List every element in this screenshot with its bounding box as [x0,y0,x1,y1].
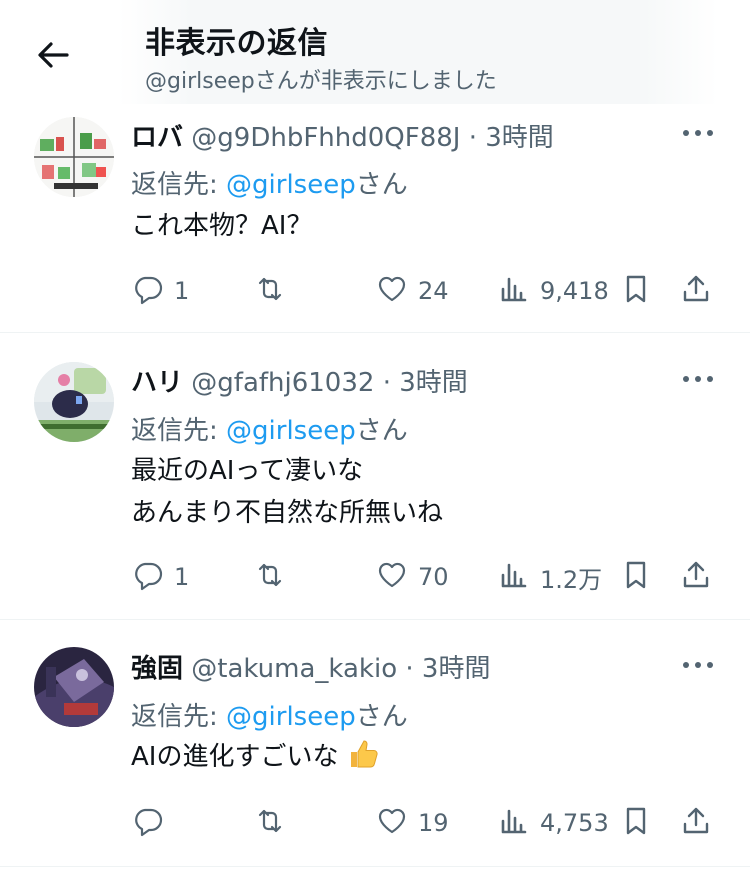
reply-to-label: 返信先: [131,170,227,200]
reply-button[interactable]: 1 [132,557,189,597]
repost-button[interactable] [254,803,296,843]
reply-count: 1 [174,277,190,305]
avatar[interactable] [34,647,114,727]
back-arrow-icon[interactable] [33,35,73,75]
bookmark-icon [620,805,652,841]
share-icon [680,273,712,309]
reply-to: 返信先: @girlseepさん [131,696,408,733]
header: 非表示の返信 @girlseepさんが非表示にしました [0,0,750,104]
handle[interactable]: @takuma_kakio [191,654,397,684]
action-bar: 1 24 9,418 [0,271,750,311]
reply-icon [132,273,164,309]
more-icon[interactable] [676,650,720,680]
reply-header: 強固 @takuma_kakio · 3時間 [131,648,490,685]
handle[interactable]: @g9DhbFhhd0QF88J [191,123,460,153]
repost-button[interactable] [254,271,296,311]
reply-to-suffix: さん [355,416,408,446]
display-name[interactable]: ハリ [131,368,183,398]
bookmark-button[interactable] [620,557,652,597]
divider [0,332,750,333]
views-icon [498,805,530,841]
reply-text: AIの進化すごいな [131,736,381,784]
separator: · [405,654,414,684]
views-button[interactable]: 9,418 [498,271,609,311]
avatar[interactable] [34,117,114,197]
reply-to-suffix: さん [355,170,408,200]
views-button[interactable]: 1.2万 [498,557,602,597]
like-button[interactable]: 19 [376,803,449,843]
bookmark-icon [620,559,652,595]
action-bar: 1 70 1.2万 [0,557,750,597]
views-icon [498,559,530,595]
page-title: 非表示の返信 [145,26,328,61]
repost-icon [254,559,286,595]
separator: · [468,123,477,153]
repost-icon [254,805,286,841]
reply-text-line: これ本物？AI？ [131,211,313,241]
reply-text: 最近のAIって凄いな あんまり不自然な所無いね [131,450,443,534]
reply-to-mention[interactable]: @girlseep [226,416,356,446]
more-icon[interactable] [676,364,720,394]
share-button[interactable] [680,803,712,843]
reply-header: ロバ @g9DhbFhhd0QF88J · 3時間 [131,117,554,154]
like-count: 70 [418,563,449,591]
reply-button[interactable]: 1 [132,271,189,311]
action-bar: 19 4,753 [0,803,750,843]
reply-to: 返信先: @girlseepさん [131,164,408,201]
share-icon [680,805,712,841]
reply-icon [132,805,164,841]
timestamp[interactable]: 3時間 [485,123,554,153]
views-icon [498,273,530,309]
bookmark-button[interactable] [620,803,652,843]
reply-header: ハリ @gfafhj61032 · 3時間 [131,362,468,399]
timestamp[interactable]: 3時間 [399,368,468,398]
more-icon[interactable] [676,118,720,148]
reply-to: 返信先: @girlseepさん [131,410,408,447]
timestamp[interactable]: 3時間 [422,654,491,684]
display-name[interactable]: 強固 [131,654,183,684]
divider [0,619,750,620]
reply-text: これ本物？AI？ [131,205,312,247]
handle[interactable]: @gfafhj61032 [191,368,374,398]
reply-to-mention[interactable]: @girlseep [226,170,356,200]
reply-to-label: 返信先: [131,416,227,446]
separator: · [382,368,391,398]
like-icon [376,273,408,309]
views-button[interactable]: 4,753 [498,803,609,843]
views-count: 1.2万 [540,565,603,594]
reply-text-line: AIの進化すごいな [131,742,339,772]
reply-text-line: 最近のAIって凄いな [131,456,364,486]
views-count: 4,753 [540,809,609,837]
display-name[interactable]: ロバ [131,123,183,153]
share-button[interactable] [680,557,712,597]
share-button[interactable] [680,271,712,311]
reply-button[interactable] [132,803,174,843]
share-icon [680,559,712,595]
bookmark-button[interactable] [620,271,652,311]
views-count: 9,418 [540,277,609,305]
thumbs-up-emoji [347,737,381,784]
reply-to-label: 返信先: [131,702,227,732]
like-button[interactable]: 70 [376,557,449,597]
repost-icon [254,273,286,309]
avatar[interactable] [34,362,114,442]
reply-text-line: あんまり不自然な所無いね [131,498,444,528]
reply-count: 1 [174,563,190,591]
like-button[interactable]: 24 [376,271,449,311]
like-icon [376,805,408,841]
page-subtitle: @girlseepさんが非表示にしました [145,69,497,94]
reply-to-suffix: さん [355,702,408,732]
reply-icon [132,559,164,595]
reply-to-mention[interactable]: @girlseep [226,702,356,732]
repost-button[interactable] [254,557,296,597]
like-icon [376,559,408,595]
divider [0,866,750,867]
like-count: 19 [418,809,449,837]
like-count: 24 [418,277,449,305]
bookmark-icon [620,273,652,309]
